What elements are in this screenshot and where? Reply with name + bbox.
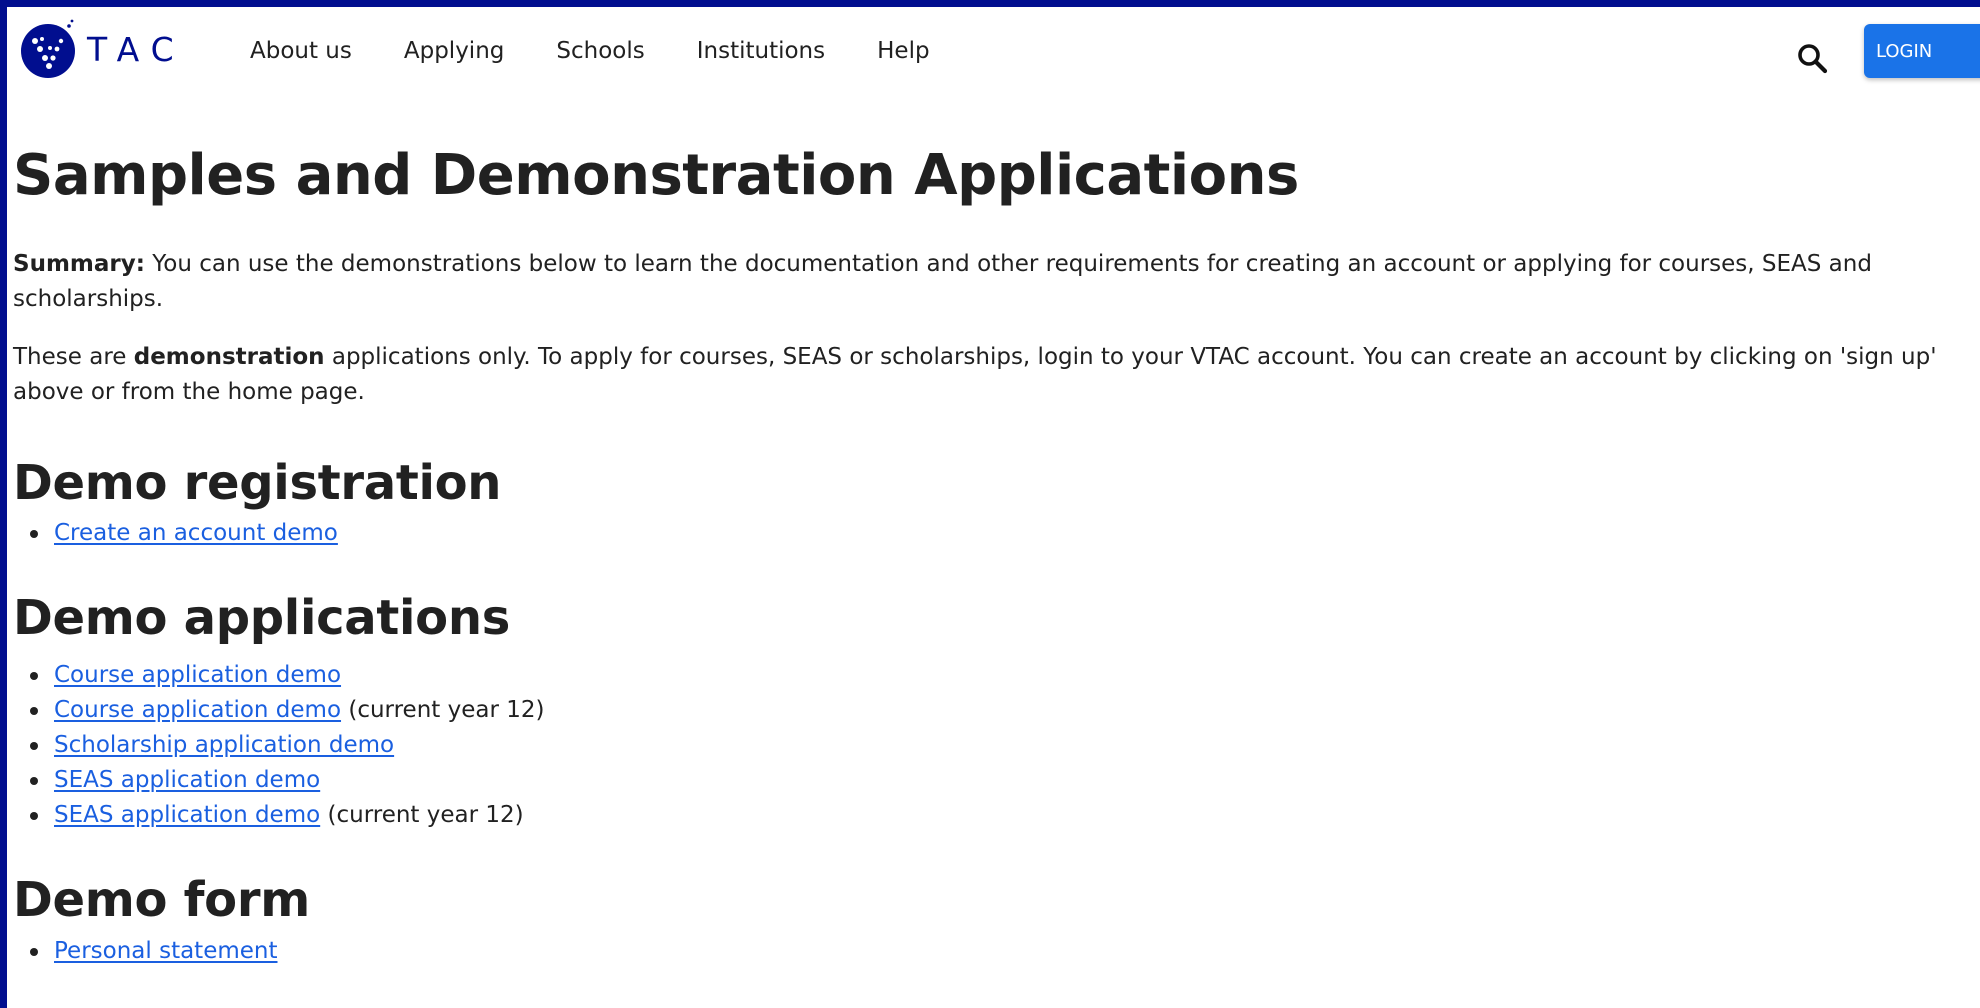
logo-text: TAC <box>87 29 186 69</box>
list-item: Course application demo <box>30 658 1973 693</box>
applications-list: Course application demo Course applicati… <box>13 658 1973 833</box>
login-button[interactable]: LOGIN <box>1864 24 1980 78</box>
page-title: Samples and Demonstration Applications <box>13 143 1299 208</box>
seas-application-demo-year12-link[interactable]: SEAS application demo <box>54 802 320 828</box>
note-text-before: These are <box>13 344 134 370</box>
seas-application-demo-link[interactable]: SEAS application demo <box>54 767 320 793</box>
demo-applications-heading: Demo applications <box>13 590 510 646</box>
nav-item-about-us[interactable]: About us <box>250 35 352 67</box>
course-application-demo-year12-link[interactable]: Course application demo <box>54 697 341 723</box>
nav-item-schools[interactable]: Schools <box>556 35 644 67</box>
logo-mark-icon <box>21 19 75 78</box>
vtac-logo[interactable]: TAC <box>19 19 189 79</box>
nav-item-institutions[interactable]: Institutions <box>697 35 825 67</box>
create-account-demo-link[interactable]: Create an account demo <box>54 520 338 546</box>
page-frame: TAC About us Applying Schools Institutio… <box>0 0 1980 1008</box>
summary-paragraph: Summary: You can use the demonstrations … <box>13 247 1958 317</box>
list-item: Course application demo (current year 12… <box>30 693 1973 728</box>
summary-text: You can use the demonstrations below to … <box>13 251 1872 312</box>
list-item: Personal statement <box>30 934 1973 969</box>
demo-form-heading: Demo form <box>13 872 310 928</box>
registration-list: Create an account demo <box>13 516 1973 551</box>
demo-note-paragraph: These are demonstration applications onl… <box>13 340 1958 410</box>
list-item: Create an account demo <box>30 516 1973 551</box>
list-item: Scholarship application demo <box>30 728 1973 763</box>
demo-registration-heading: Demo registration <box>13 455 502 511</box>
summary-label: Summary: <box>13 251 145 277</box>
personal-statement-link[interactable]: Personal statement <box>54 938 278 964</box>
link-suffix: (current year 12) <box>341 697 545 723</box>
link-suffix: (current year 12) <box>320 802 524 828</box>
list-item: SEAS application demo (current year 12) <box>30 798 1973 833</box>
nav-item-applying[interactable]: Applying <box>404 35 505 67</box>
search-icon <box>1798 44 1828 74</box>
search-button[interactable] <box>1795 41 1831 77</box>
main-nav: About us Applying Schools Institutions H… <box>250 35 982 67</box>
site-header: TAC About us Applying Schools Institutio… <box>7 7 1980 99</box>
note-bold-word: demonstration <box>133 344 325 370</box>
nav-item-help[interactable]: Help <box>877 35 929 67</box>
list-item: SEAS application demo <box>30 763 1973 798</box>
main-content: Samples and Demonstration Applications S… <box>13 99 1973 969</box>
scholarship-application-demo-link[interactable]: Scholarship application demo <box>54 732 394 758</box>
course-application-demo-link[interactable]: Course application demo <box>54 662 341 688</box>
form-list: Personal statement <box>13 934 1973 969</box>
